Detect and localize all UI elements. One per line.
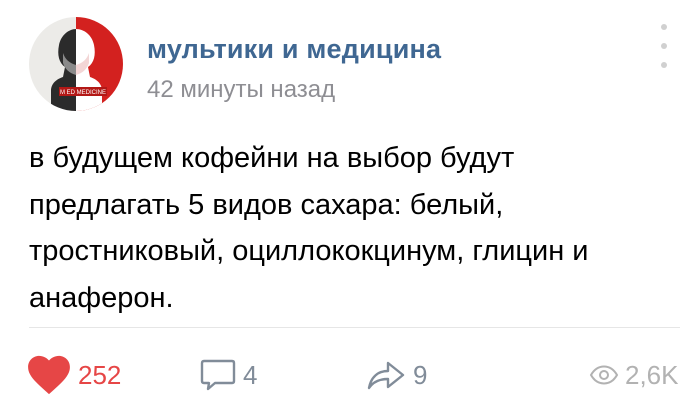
views-counter: 2,6K — [589, 353, 679, 397]
share-button[interactable]: 9 — [366, 353, 427, 397]
post-time[interactable]: 42 минуты назад — [147, 76, 335, 104]
views-count: 2,6K — [625, 359, 679, 390]
like-button[interactable]: 252 — [27, 353, 121, 397]
divider — [29, 327, 680, 328]
comment-button[interactable]: 4 — [200, 353, 257, 397]
comment-count: 4 — [243, 359, 258, 390]
heart-icon — [28, 355, 70, 395]
eye-icon — [589, 365, 619, 385]
comment-bubble-icon — [200, 359, 236, 391]
avatar-caption: M ED MEDICINE — [60, 90, 106, 96]
share-arrow-icon — [367, 361, 405, 390]
more-vertical-icon[interactable] — [655, 24, 673, 68]
post-text: в будущем кофейни на выбор будут предлаг… — [29, 142, 589, 314]
avatar-image: M ED MEDICINE — [29, 17, 123, 111]
share-count: 9 — [413, 359, 428, 390]
like-count: 252 — [78, 359, 122, 390]
avatar[interactable]: M ED MEDICINE — [29, 17, 123, 111]
author-name[interactable]: мультики и медицина — [147, 34, 441, 65]
